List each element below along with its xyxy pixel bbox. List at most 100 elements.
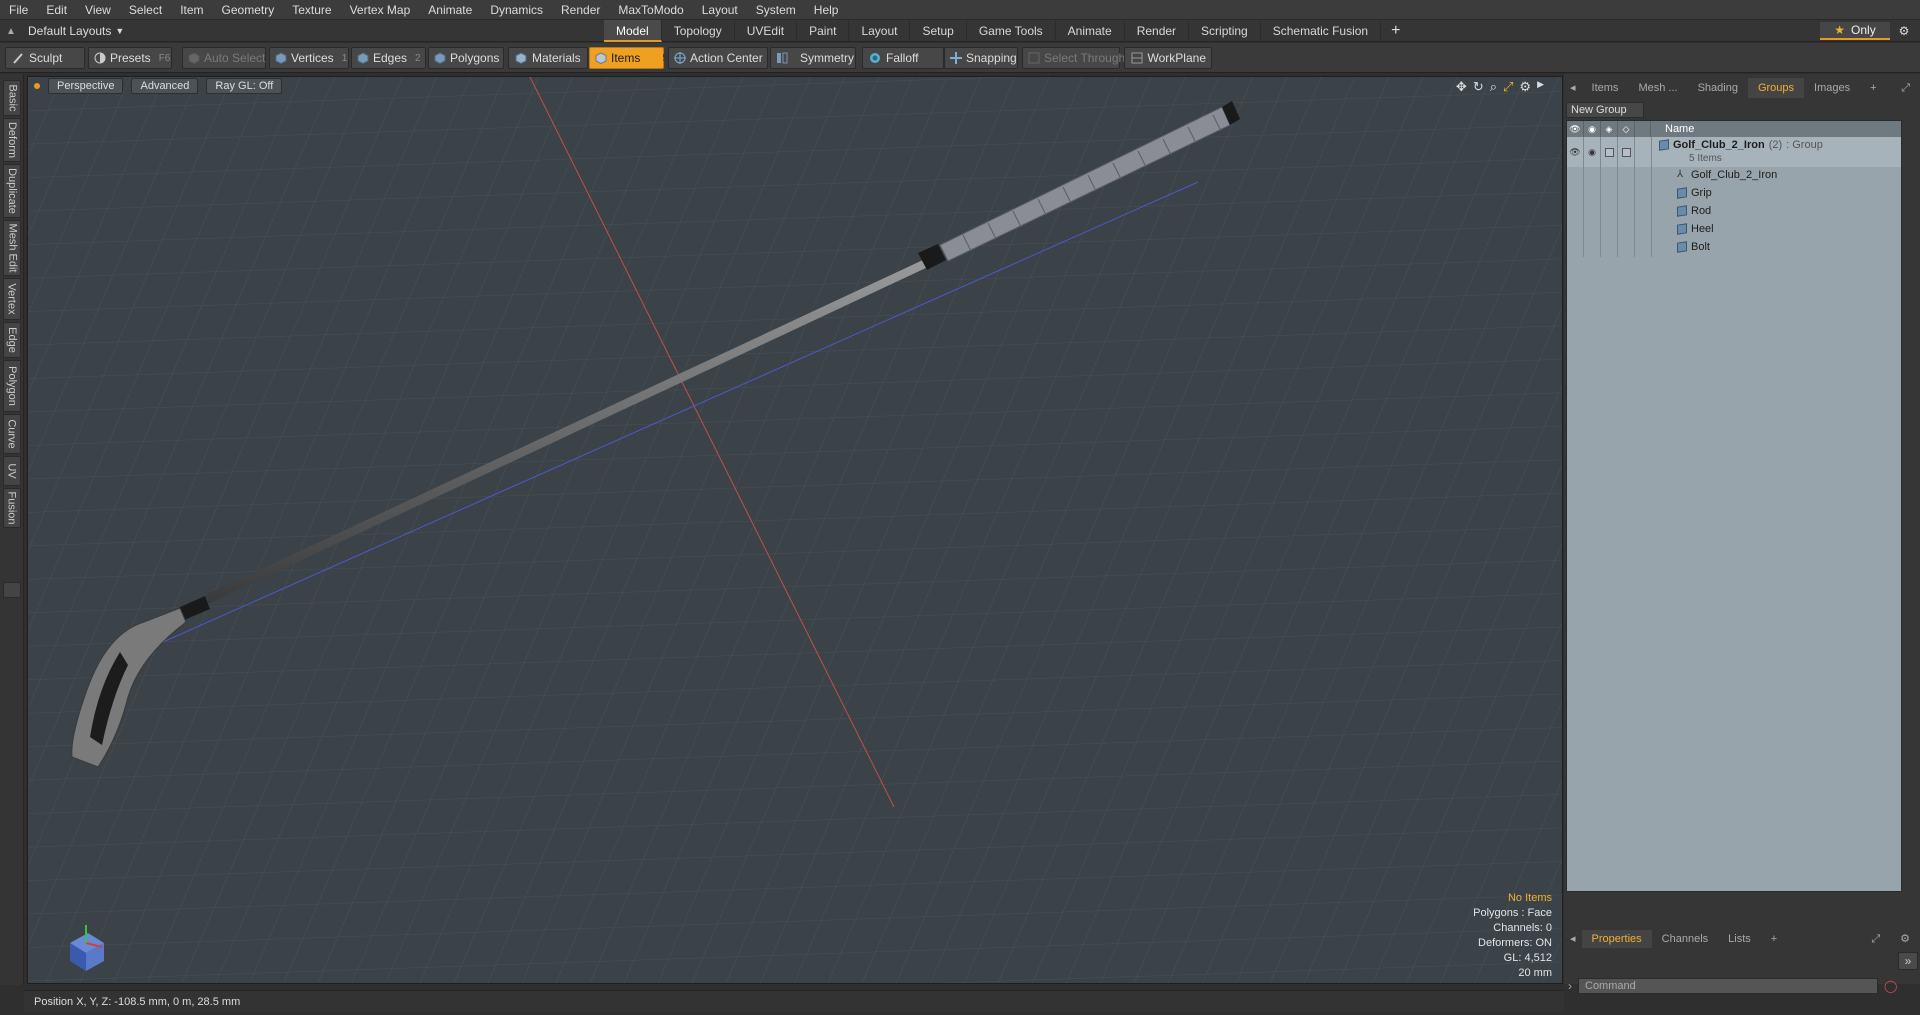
- menu-render[interactable]: Render: [552, 0, 609, 20]
- falloff-button[interactable]: Falloff: [862, 47, 944, 69]
- lock-column-icon[interactable]: ◈: [1601, 121, 1618, 137]
- tab-images[interactable]: Images: [1804, 78, 1860, 98]
- edges-button[interactable]: Edges 2: [351, 47, 426, 69]
- gear-icon[interactable]: ⚙: [1894, 22, 1914, 40]
- menu-edit[interactable]: Edit: [37, 0, 76, 20]
- menu-dynamics[interactable]: Dynamics: [481, 0, 552, 20]
- vtab-mesh-edit[interactable]: Mesh Edit: [3, 220, 21, 276]
- properties-settings-icon[interactable]: ⚙: [1890, 930, 1920, 948]
- add-tab-icon[interactable]: +: [1761, 930, 1787, 948]
- expand-right-button[interactable]: »: [1898, 952, 1918, 970]
- group-item-row[interactable]: ⅄ Golf_Club_2_Iron: [1567, 167, 1901, 185]
- tab-groups[interactable]: Groups: [1747, 78, 1805, 98]
- snapping-button[interactable]: Snapping: [944, 47, 1018, 69]
- menu-geometry[interactable]: Geometry: [213, 0, 284, 20]
- expand-panel-icon[interactable]: ⤢: [1891, 78, 1920, 98]
- panel-collapse-icon[interactable]: ◂: [1564, 930, 1582, 948]
- panel-collapse-icon[interactable]: ◂: [1564, 78, 1582, 98]
- select-toggle[interactable]: [1618, 137, 1635, 167]
- menu-maxtomodo[interactable]: MaxToModo: [609, 0, 692, 20]
- zoom-view-icon[interactable]: ⌕: [1490, 79, 1497, 95]
- menu-system[interactable]: System: [747, 0, 805, 20]
- strip-toggle-button[interactable]: [3, 582, 21, 598]
- workplane-button[interactable]: WorkPlane: [1124, 47, 1212, 69]
- rotate-view-icon[interactable]: ↻: [1473, 79, 1484, 95]
- group-row-root[interactable]: 👁 ◉ Golf_Club_2_Iron (2) : Group 5 Items: [1567, 137, 1901, 167]
- new-group-button[interactable]: New Group: [1566, 102, 1644, 118]
- add-tab-icon[interactable]: +: [1381, 20, 1410, 42]
- collapse-arrow-icon[interactable]: ▲: [4, 24, 18, 38]
- vtab-duplicate[interactable]: Duplicate: [3, 164, 21, 218]
- tab-lists[interactable]: Lists: [1718, 930, 1761, 948]
- group-item-row[interactable]: Rod: [1567, 203, 1901, 221]
- menu-layout[interactable]: Layout: [693, 0, 747, 20]
- tab-shading[interactable]: Shading: [1688, 78, 1748, 98]
- tab-topology[interactable]: Topology: [662, 20, 735, 42]
- tab-model[interactable]: Model: [604, 20, 662, 42]
- view-mode-button[interactable]: Perspective: [48, 78, 124, 94]
- symmetry-button[interactable]: Symmetry: [770, 47, 856, 69]
- viewport-menu-dot[interactable]: [34, 83, 40, 89]
- group-item-row[interactable]: Heel: [1567, 221, 1901, 239]
- tab-setup[interactable]: Setup: [910, 20, 967, 42]
- visibility-column-icon[interactable]: 👁: [1567, 121, 1584, 137]
- command-input[interactable]: Command: [1578, 978, 1878, 994]
- raygl-button[interactable]: Ray GL: Off: [206, 78, 283, 94]
- menu-vertex-map[interactable]: Vertex Map: [341, 0, 420, 20]
- command-history-icon[interactable]: ◯: [1884, 979, 1897, 993]
- 3d-viewport[interactable]: Perspective Advanced Ray GL: Off ✥ ↻ ⌕ ⤢…: [27, 76, 1563, 984]
- add-tab-icon[interactable]: +: [1860, 78, 1886, 98]
- layouts-dropdown[interactable]: ▲ Default Layouts ▼: [4, 20, 124, 42]
- select-through-button[interactable]: Select Through: [1022, 47, 1125, 69]
- render-toggle-icon[interactable]: ◉: [1584, 137, 1601, 167]
- vtab-fusion[interactable]: Fusion: [3, 488, 21, 528]
- lock-toggle[interactable]: [1601, 137, 1618, 167]
- menu-item[interactable]: Item: [171, 0, 212, 20]
- viewport-expand-icon[interactable]: ▶: [1537, 79, 1544, 95]
- vtab-basic[interactable]: Basic: [3, 80, 21, 116]
- auto-select-button[interactable]: Auto Select: [182, 47, 266, 69]
- expand-panel-icon[interactable]: ⤢: [1861, 930, 1890, 948]
- tab-uvedit[interactable]: UVEdit: [735, 20, 798, 42]
- vtab-polygon[interactable]: Polygon: [3, 360, 21, 412]
- tab-paint[interactable]: Paint: [797, 20, 850, 42]
- presets-button[interactable]: Presets F6: [88, 47, 172, 69]
- move-view-icon[interactable]: ✥: [1456, 79, 1467, 95]
- vtab-uv[interactable]: UV: [3, 456, 21, 486]
- tab-items[interactable]: Items: [1582, 78, 1629, 98]
- tab-game-tools[interactable]: Game Tools: [967, 20, 1056, 42]
- group-item-row[interactable]: Grip: [1567, 185, 1901, 203]
- materials-button[interactable]: Materials: [508, 47, 588, 69]
- tab-schematic-fusion[interactable]: Schematic Fusion: [1261, 20, 1382, 42]
- vertices-button[interactable]: Vertices 1: [269, 47, 349, 69]
- group-item-row[interactable]: Bolt: [1567, 239, 1901, 257]
- menu-animate[interactable]: Animate: [419, 0, 481, 20]
- vtab-vertex[interactable]: Vertex: [3, 278, 21, 320]
- tab-scripting[interactable]: Scripting: [1189, 20, 1261, 42]
- visibility-eye-icon[interactable]: 👁: [1567, 137, 1584, 167]
- menu-select[interactable]: Select: [120, 0, 171, 20]
- viewport-settings-icon[interactable]: ⚙: [1519, 79, 1531, 95]
- tab-layout[interactable]: Layout: [849, 20, 911, 42]
- fit-view-icon[interactable]: ⤢: [1503, 79, 1513, 95]
- shading-mode-button[interactable]: Advanced: [131, 78, 199, 94]
- vtab-deform[interactable]: Deform: [3, 118, 21, 162]
- tab-render[interactable]: Render: [1125, 20, 1190, 42]
- tab-properties[interactable]: Properties: [1581, 930, 1652, 948]
- vtab-curve[interactable]: Curve: [3, 414, 21, 454]
- polygons-button[interactable]: Polygons: [428, 47, 504, 69]
- only-button[interactable]: ★ Only: [1820, 22, 1890, 40]
- tab-channels[interactable]: Channels: [1652, 930, 1718, 948]
- tab-animate[interactable]: Animate: [1056, 20, 1125, 42]
- menu-texture[interactable]: Texture: [283, 0, 340, 20]
- sculpt-button[interactable]: Sculpt: [5, 47, 85, 69]
- items-button[interactable]: Items 5: [589, 47, 668, 69]
- menu-view[interactable]: View: [76, 0, 120, 20]
- action-center-button[interactable]: Action Center: [668, 47, 768, 69]
- vtab-edge[interactable]: Edge: [3, 322, 21, 358]
- select-column-icon[interactable]: ◇: [1618, 121, 1635, 137]
- render-column-icon[interactable]: ◉: [1584, 121, 1601, 137]
- tab-mesh[interactable]: Mesh ...: [1628, 78, 1687, 98]
- menu-file[interactable]: File: [0, 0, 37, 20]
- name-column-header[interactable]: Name: [1651, 123, 1694, 135]
